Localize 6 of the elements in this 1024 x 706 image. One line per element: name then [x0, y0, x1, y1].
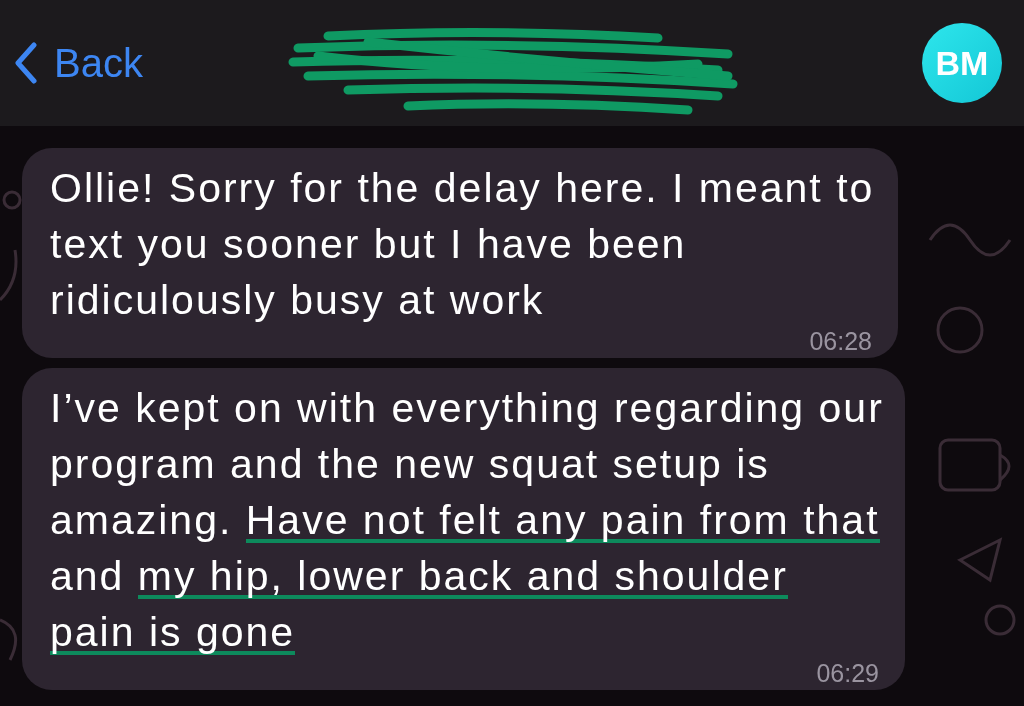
message-text: I’ve kept on with everything regarding our program and the new squat setup is amazing. Have not felt any pain from that and my hip, lower back and shoulder pain is gone	[50, 384, 885, 657]
message-time: 06:29	[816, 660, 879, 686]
back-button[interactable]: Back	[14, 33, 143, 93]
message-text: Ollie! Sorry for the delay here. I meant to text you sooner but I have been ridiculously busy at work	[50, 164, 876, 325]
message-time: 06:28	[809, 328, 872, 354]
chevron-left-icon	[14, 42, 38, 84]
